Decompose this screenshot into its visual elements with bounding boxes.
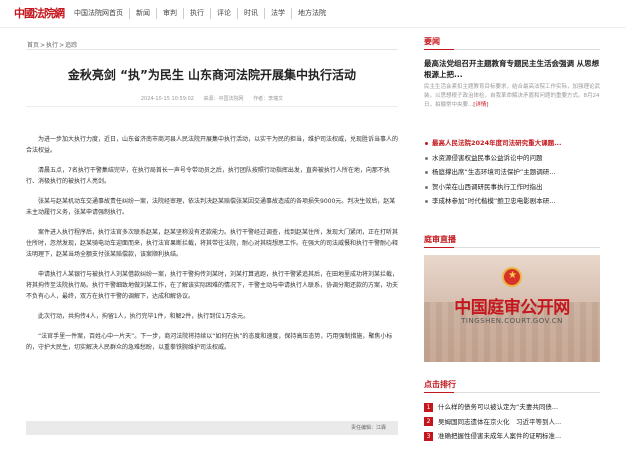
breadcrumb-home[interactable]: 首页	[27, 42, 39, 49]
tingshen-banner[interactable]: 中国庭审公开网 TINGSHEN.COURT.GOV.CN	[424, 255, 600, 362]
news-list-item[interactable]: 最高人民法院2024年度司法研究重大课题...	[424, 136, 600, 151]
nav-execution[interactable]: 执行	[184, 8, 211, 19]
nav-home[interactable]: 中国法院网首页	[74, 8, 130, 19]
rank-item[interactable]: 1 什么样的债务可以被认定为“夫妻共同债...	[424, 400, 600, 415]
tingshen-url: TINGSHEN.COURT.GOV.CN	[461, 317, 563, 325]
news-list-item[interactable]: 李成林参加“时代楷模”鲍卫忠电影剧本研...	[424, 194, 600, 209]
article-paragraph: 清晨五点，7名执行干警集结完毕，在执行局首长一声号令带动员之后，执行团队按照行动…	[26, 167, 390, 185]
rank-item[interactable]: 2 吴姆国同志遗体在京火化 习近平等到人...	[424, 415, 600, 430]
top-navbar: 中國法院網 中国法院网首页 新闻 审判 执行 评论 时讯 法学 地方法院	[0, 0, 626, 28]
yaowen-more-link[interactable]: [详情]	[473, 102, 488, 108]
site-logo[interactable]: 中國法院網	[14, 5, 65, 23]
nav-news[interactable]: 新闻	[130, 8, 157, 19]
article-body: 为进一步加大执行力度，近日，山东省济南市商河县人民法院开展集中执行活动，以实干为…	[26, 134, 398, 362]
nav-local-courts[interactable]: 地方法院	[292, 8, 332, 19]
article-source: 来源：中国法院网	[203, 96, 244, 102]
yaowen-headline[interactable]: 最高法党组召开主题教育专题民主生活会强调 从思想根源上把...	[424, 58, 600, 80]
breadcrumb-divider	[26, 49, 398, 50]
national-emblem-icon	[502, 267, 522, 287]
rank-title: 吴姆国同志遗体在京火化 习近平等到人...	[438, 417, 562, 426]
nav-commentary[interactable]: 评论	[211, 8, 238, 19]
article-paragraph: 为进一步加大执行力度，近日，山东省济南市商河县人民法院开展集中执行活动，以实干为…	[26, 136, 399, 154]
editor-bar: 责任编辑：江霖	[26, 421, 398, 435]
rank-list: 1 什么样的债务可以被认定为“夫妻共同债... 2 吴姆国同志遗体在京火化 习近平等…	[424, 400, 600, 444]
nav-trial[interactable]: 审判	[157, 8, 184, 19]
rank-heading: 点击排行	[424, 381, 600, 393]
rank-title: 准确把握性侵害未成年人案件的证明标准...	[438, 432, 562, 440]
yaowen-summary: 民主生活会紧扣主题教育目标要求，结合最高法院工作实际，加强理论武装，以思想根子政…	[424, 83, 600, 110]
article-paragraph: 申请执行人某银行与被执行人刘某借款纠纷一案，执行干警拘传刘某时，刘某打算逃跑，执…	[26, 271, 399, 300]
yaowen-heading: 要闻	[424, 38, 600, 50]
rank-title: 什么样的债务可以被认定为“夫妻共同债...	[438, 403, 559, 411]
breadcrumb: 首页>执行>追踪	[27, 42, 78, 49]
article-paragraph: 案件进入执行程序后，执行法官多次联系赵某，赵某坚称没有还款能力。执行干警经过调查…	[26, 229, 399, 258]
article-paragraph: 此次行动，共拘传4人，拘留1人，执行完毕1件，和解2件，执行到位1万余元。	[38, 313, 250, 320]
rank-number: 3	[424, 431, 433, 441]
rank-number: 1	[424, 402, 433, 412]
breadcrumb-execution[interactable]: 执行	[46, 42, 58, 49]
news-list-item[interactable]: 水资源侵害权益民事公益诉讼中的问题	[424, 151, 600, 166]
news-list: 最高人民法院2024年度司法研究重大课题... 水资源侵害权益民事公益诉讼中的问…	[424, 136, 600, 209]
main-nav: 中国法院网首页 新闻 审判 执行 评论 时讯 法学 地方法院	[74, 8, 332, 19]
yaowen-summary-text: 民主生活会紧扣主题教育目标要求，结合最高法院工作实际，加强理论武装，以思想根子政…	[424, 84, 601, 108]
article-meta: 2024-10-15 10:59:02 来源：中国法院网 作者：李瑞文	[26, 95, 398, 102]
tingshen-heading: 庭审直播	[424, 236, 600, 248]
nav-current[interactable]: 时讯	[238, 8, 265, 19]
article-paragraph: “法官手里一件案，百姓心中一片天”。下一步，商河法院将持续以“如何在执”的态度和…	[26, 333, 393, 351]
tingshen-brand: 中国庭审公开网	[454, 298, 570, 318]
article-title: 金秋亮剑 “执”为民生 山东商河法院开展集中执行活动	[67, 68, 357, 82]
rank-number: 2	[424, 417, 433, 426]
article-author: 作者：李瑞文	[253, 96, 284, 102]
rank-item[interactable]: 3 准确把握性侵害未成年人案件的证明标准...	[424, 429, 600, 444]
article-date: 2024-10-15 10:59:02	[140, 96, 194, 102]
breadcrumb-tracking[interactable]: 追踪	[65, 42, 77, 49]
nav-law-study[interactable]: 法学	[265, 8, 292, 19]
news-list-item[interactable]: 贺小荣在山西调研民事执行工作时指出	[424, 180, 600, 195]
article-paragraph: 张某与赵某机动车交通事故责任纠纷一案，法院经审理，依法判决赵某赔偿张某因交通事故…	[26, 198, 396, 216]
news-list-item[interactable]: 杨庭撑出席“生态环境司法保护”主题调研...	[424, 165, 600, 180]
meta-divider	[26, 106, 398, 107]
